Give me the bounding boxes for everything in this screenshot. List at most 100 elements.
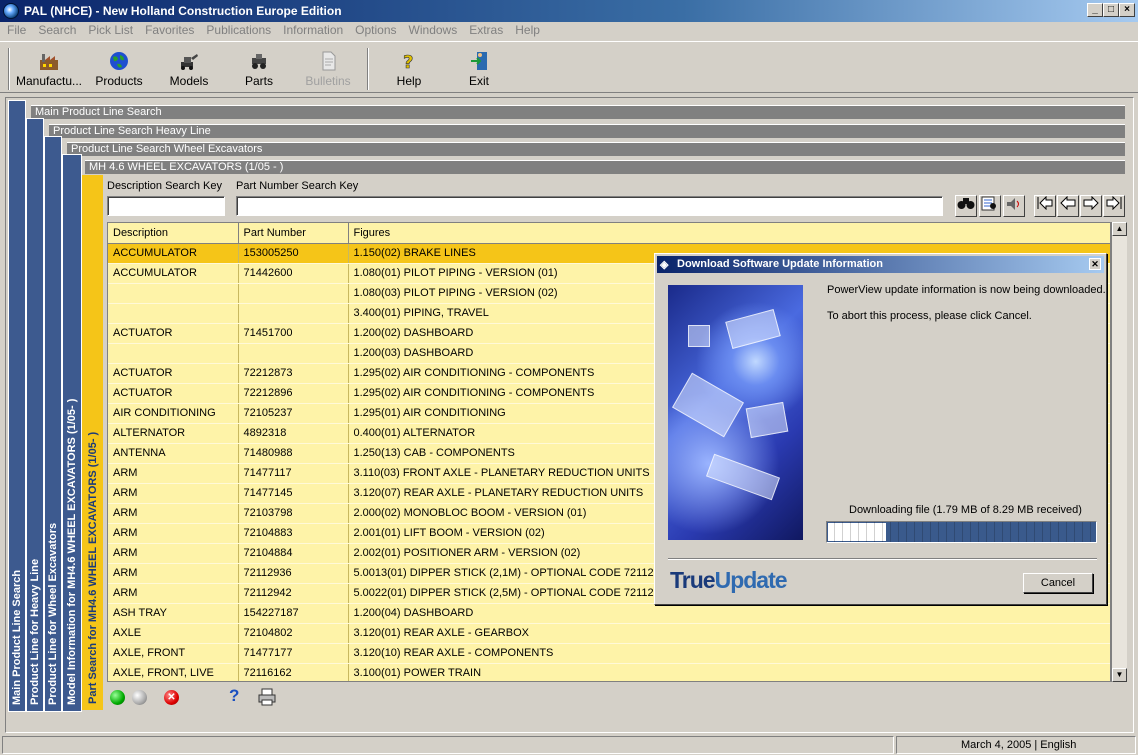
part-number-search-label: Part Number Search Key	[236, 180, 359, 192]
last-arrow-icon	[1106, 195, 1122, 211]
cell-part-number: 72112936	[238, 563, 349, 584]
binoculars-icon	[957, 198, 975, 209]
toolbar: Manufactu... Products Models Parts Bulle…	[0, 41, 1138, 93]
cell-part-number: 71451700	[238, 323, 349, 344]
description-search-input[interactable]	[107, 196, 225, 216]
cell-description: ANTENNA	[108, 443, 239, 464]
vtab-part-search[interactable]: Part Search for MH4.6 WHEEL EXCAVATORS (…	[82, 175, 103, 710]
maximize-button[interactable]: □	[1103, 3, 1119, 17]
cell-part-number: 154227187	[238, 603, 349, 624]
parts-icon	[252, 54, 266, 69]
cell-description	[108, 343, 239, 364]
cancel-button[interactable]: Cancel	[1023, 573, 1093, 593]
scroll-up-button[interactable]: ▲	[1112, 222, 1127, 236]
tab-product-line-search-heavy-line[interactable]: Product Line Search Heavy Line	[49, 124, 1125, 138]
cell-part-number: 72104884	[238, 543, 349, 564]
grid-vertical-scrollbar[interactable]: ▲ ▼	[1111, 222, 1127, 682]
cell-part-number	[238, 283, 349, 304]
cell-description	[108, 303, 239, 324]
cell-description: AXLE, FRONT, LIVE	[108, 663, 239, 681]
green-status-icon[interactable]	[110, 690, 125, 705]
column-header-figures[interactable]: Figures	[348, 223, 1110, 244]
column-header-description[interactable]: Description	[108, 223, 239, 244]
next-record-button[interactable]	[1080, 195, 1102, 217]
cell-part-number: 72103798	[238, 503, 349, 524]
menu-extras[interactable]: Extras	[462, 22, 508, 39]
cancel-red-icon[interactable]: ✕	[164, 690, 179, 705]
printer-icon[interactable]	[258, 688, 276, 706]
tab-main-product-line-search[interactable]: Main Product Line Search	[31, 105, 1125, 119]
cell-part-number: 71477177	[238, 643, 349, 664]
menu-information[interactable]: Information	[276, 22, 348, 39]
help-icon[interactable]: ?	[229, 686, 239, 706]
table-row[interactable]: ASH TRAY 154227187 1.200(04) DASHBOARD	[108, 603, 1110, 624]
menu-file[interactable]: File	[0, 22, 31, 39]
menu-help[interactable]: Help	[508, 22, 545, 39]
clear-search-button[interactable]	[1003, 195, 1025, 217]
close-button[interactable]: ×	[1119, 3, 1135, 17]
cell-part-number: 71477145	[238, 483, 349, 504]
help-question-icon: ?	[403, 52, 414, 72]
scroll-down-button[interactable]: ▼	[1112, 668, 1127, 682]
vtab-label: Product Line for Wheel Excavators	[47, 522, 59, 705]
tab-product-line-search-wheel-excavators[interactable]: Product Line Search Wheel Excavators	[67, 142, 1125, 156]
dialog-divider	[668, 558, 1097, 560]
cell-part-number: 71442600	[238, 263, 349, 284]
gray-status-icon[interactable]	[132, 690, 147, 705]
part-number-search-input[interactable]	[236, 196, 943, 216]
parts-button[interactable]: Parts	[232, 46, 286, 92]
find-in-list-button[interactable]	[979, 195, 1001, 217]
app-icon	[3, 3, 19, 19]
cell-description: ACTUATOR	[108, 363, 239, 384]
dialog-title-bar: ◈ Download Software Update Information ✕	[657, 256, 1104, 273]
cell-part-number	[238, 343, 349, 364]
manufacturers-label: Manufactu...	[15, 74, 83, 88]
menu-pick-list[interactable]: Pick List	[81, 22, 138, 39]
vtab-product-line-heavy-line[interactable]: Product Line for Heavy Line	[26, 118, 44, 712]
factory-icon	[40, 54, 58, 70]
trueupdate-logo-update: Update	[714, 567, 788, 593]
cell-description: AIR CONDITIONING	[108, 403, 239, 424]
table-row[interactable]: AXLE, FRONT, LIVE 72116162 3.100(01) POWER…	[108, 663, 1110, 681]
cell-part-number: 72112942	[238, 583, 349, 604]
tab-model-header[interactable]: MH 4.6 WHEEL EXCAVATORS (1/05 - )	[85, 160, 1125, 174]
menu-options[interactable]: Options	[348, 22, 401, 39]
cell-description: ARM	[108, 483, 239, 504]
previous-record-button[interactable]	[1057, 195, 1079, 217]
cell-figures: 1.200(04) DASHBOARD	[348, 603, 1110, 624]
manufacturers-button[interactable]: Manufactu...	[14, 46, 84, 92]
bulletins-button[interactable]: Bulletins	[300, 46, 356, 92]
column-header-part-number[interactable]: Part Number	[238, 223, 349, 244]
binoculars-search-button[interactable]	[955, 195, 977, 217]
vtab-product-line-wheel-excavators[interactable]: Product Line for Wheel Excavators	[44, 136, 62, 712]
cell-figures: 3.120(10) REAR AXLE - COMPONENTS	[348, 643, 1110, 664]
cell-part-number: 72104883	[238, 523, 349, 544]
table-row[interactable]: AXLE, FRONT 71477177 3.120(10) REAR AXLE -…	[108, 643, 1110, 664]
help-button[interactable]: ? Help	[382, 46, 436, 92]
status-panel-main	[2, 736, 894, 754]
cell-description: ALTERNATOR	[108, 423, 239, 444]
cell-description: AXLE	[108, 623, 239, 644]
cell-description: ARM	[108, 523, 239, 544]
dialog-message-downloading: PowerView update information is now bein…	[827, 284, 1106, 296]
status-bar: March 4, 2005 | English	[0, 734, 1138, 755]
vtab-main-product-line-search[interactable]: Main Product Line Search	[8, 100, 26, 712]
cell-description: ACTUATOR	[108, 383, 239, 404]
last-record-button[interactable]	[1103, 195, 1125, 217]
models-button[interactable]: Models	[162, 46, 216, 92]
exit-button[interactable]: Exit	[452, 46, 506, 92]
cell-description: ACCUMULATOR	[108, 263, 239, 284]
cell-part-number: 72212873	[238, 363, 349, 384]
products-button[interactable]: Products	[92, 46, 146, 92]
menu-search[interactable]: Search	[31, 22, 81, 39]
first-record-button[interactable]	[1034, 195, 1056, 217]
menu-publications[interactable]: Publications	[199, 22, 276, 39]
vtab-model-information[interactable]: Model Information for MH4.6 WHEEL EXCAVA…	[62, 154, 82, 712]
minimize-button[interactable]: _	[1087, 3, 1103, 17]
table-row[interactable]: AXLE 72104802 3.120(01) REAR AXLE - GEARBO…	[108, 623, 1110, 644]
left-arrow-icon	[1060, 195, 1076, 211]
menu-windows[interactable]: Windows	[402, 22, 463, 39]
products-label: Products	[95, 74, 143, 88]
dialog-close-icon[interactable]: ✕	[1089, 258, 1101, 270]
menu-favorites[interactable]: Favorites	[138, 22, 199, 39]
